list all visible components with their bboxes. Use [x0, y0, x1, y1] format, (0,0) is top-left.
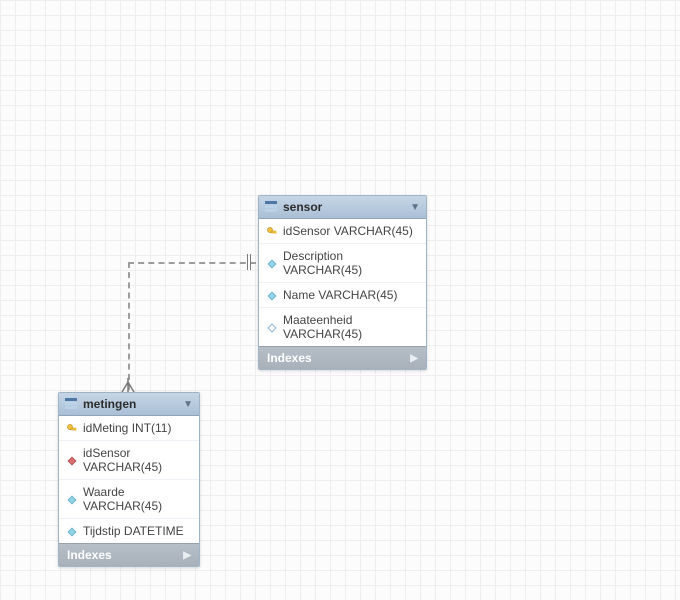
expand-indexes-icon[interactable]: ▶ — [410, 353, 418, 364]
column-label: Maateenheid VARCHAR(45) — [283, 313, 418, 341]
erd-canvas[interactable]: sensor ▼ idSensor VARCHAR(45) Description… — [0, 0, 680, 600]
relationship-end-many — [120, 378, 136, 390]
foreign-key-icon — [67, 455, 77, 465]
relationship-line-v — [128, 262, 130, 390]
column-label: idSensor VARCHAR(45) — [283, 224, 413, 238]
indexes-label: Indexes — [67, 548, 112, 562]
indexes-section[interactable]: Indexes ▶ — [259, 346, 426, 369]
relationship-end-one — [247, 254, 257, 270]
column-label: idMeting INT(11) — [83, 421, 171, 435]
column-label: Waarde VARCHAR(45) — [83, 485, 191, 513]
column-row[interactable]: idSensor VARCHAR(45) — [259, 219, 426, 244]
column-filled-icon — [67, 494, 77, 504]
indexes-label: Indexes — [267, 351, 312, 365]
table-sensor-title: sensor — [283, 200, 322, 214]
expand-indexes-icon[interactable]: ▶ — [183, 550, 191, 561]
column-filled-icon — [267, 290, 277, 300]
table-icon — [65, 398, 77, 410]
column-row[interactable]: Waarde VARCHAR(45) — [59, 480, 199, 519]
column-icon — [267, 322, 277, 332]
primary-key-icon — [67, 423, 77, 433]
column-label: idSensor VARCHAR(45) — [83, 446, 191, 474]
column-label: Tijdstip DATETIME — [83, 524, 184, 538]
indexes-section[interactable]: Indexes ▶ — [59, 543, 199, 566]
table-sensor-header[interactable]: sensor ▼ — [259, 196, 426, 219]
table-metingen[interactable]: metingen ▼ idMeting INT(11) idSensor VARC… — [58, 392, 200, 567]
table-sensor[interactable]: sensor ▼ idSensor VARCHAR(45) Description… — [258, 195, 427, 370]
collapse-toggle-icon[interactable]: ▼ — [410, 202, 420, 213]
collapse-toggle-icon[interactable]: ▼ — [183, 399, 193, 410]
table-metingen-header[interactable]: metingen ▼ — [59, 393, 199, 416]
column-row[interactable]: idMeting INT(11) — [59, 416, 199, 441]
column-label: Description VARCHAR(45) — [283, 249, 418, 277]
primary-key-icon — [267, 226, 277, 236]
table-icon — [265, 201, 277, 213]
table-metingen-title: metingen — [83, 397, 136, 411]
column-row[interactable]: Maateenheid VARCHAR(45) — [259, 308, 426, 346]
relationship-line-h — [128, 262, 256, 264]
column-label: Name VARCHAR(45) — [283, 288, 397, 302]
column-row[interactable]: Name VARCHAR(45) — [259, 283, 426, 308]
column-row[interactable]: idSensor VARCHAR(45) — [59, 441, 199, 480]
column-filled-icon — [267, 258, 277, 268]
column-row[interactable]: Description VARCHAR(45) — [259, 244, 426, 283]
column-filled-icon — [67, 526, 77, 536]
column-row[interactable]: Tijdstip DATETIME — [59, 519, 199, 543]
